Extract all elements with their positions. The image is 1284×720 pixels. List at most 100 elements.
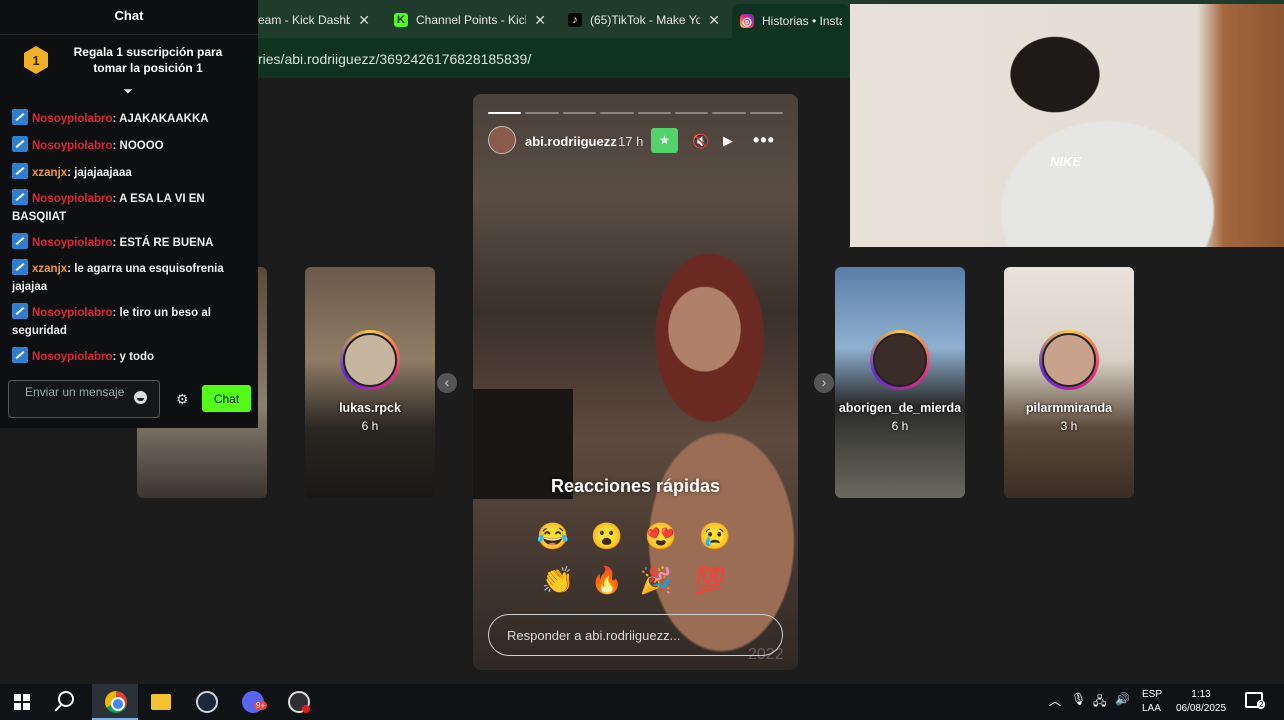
reaction-heart-eyes[interactable]: 😍 <box>644 519 678 553</box>
screen: eam - Kick Dashbo ✕ K Channel Points - K… <box>0 0 1284 720</box>
streamer-figure <box>970 14 1220 247</box>
search-icon[interactable] <box>58 691 74 707</box>
chat-send-button[interactable]: Chat <box>202 385 251 412</box>
lang-layout: LAA <box>1142 703 1161 714</box>
more-options-icon[interactable]: ••• <box>753 130 775 151</box>
reaction-party[interactable]: 🎉 <box>639 563 673 597</box>
story-card-time: 6 h <box>361 419 379 433</box>
steam-icon[interactable] <box>196 691 218 713</box>
gift-sub-prompt[interactable]: Regala 1 suscripción para tomar la posic… <box>58 44 238 76</box>
story-card-aborigen[interactable]: aborigen_de_mierda 6 h <box>835 267 965 498</box>
story-watermark: 2022 <box>748 646 784 663</box>
chrome-icon[interactable] <box>105 691 127 713</box>
reaction-wow[interactable]: 😮 <box>590 519 624 553</box>
tab-label: (65)TikTok - Make Yo <box>590 13 701 27</box>
url-text[interactable]: ries/abi.rodriiguezz/3692426176828185839… <box>258 51 531 67</box>
webcam-overlay: NIKE <box>850 4 1284 247</box>
play-icon[interactable]: ▶ <box>723 133 733 149</box>
chat-username[interactable]: Nosoypiolabro <box>32 193 113 205</box>
emoji-icon[interactable] <box>134 391 147 404</box>
chat-title: Chat <box>114 8 144 23</box>
chat-message: Nosoypiolabro: le tiro un beso al seguri… <box>12 303 248 340</box>
chat-message: Nosoypiolabro: NOOOO <box>12 136 248 155</box>
kick-chat-panel: Chat 1 Regala 1 suscripción para tomar l… <box>0 0 258 428</box>
story-progress-segment <box>562 112 597 114</box>
chat-username[interactable]: Nosoypiolabro <box>32 113 113 125</box>
reaction-laugh[interactable]: 😂 <box>536 519 570 553</box>
tiktok-icon: ♪ <box>568 13 582 27</box>
star-icon[interactable]: ★ <box>651 128 678 153</box>
gift-rank-badge: 1 <box>24 46 48 74</box>
story-card-time: 6 h <box>891 419 909 433</box>
chevron-up-icon[interactable]: ︿ <box>1049 692 1061 709</box>
story-progress-segment <box>674 112 709 114</box>
chat-username[interactable]: Nosoypiolabro <box>32 351 113 363</box>
story-image <box>628 244 798 670</box>
tab-label: Channel Points - Kick <box>416 13 527 27</box>
story-avatar <box>1039 330 1099 390</box>
reply-input[interactable]: Responder a abi.rodriiguezz... <box>488 614 783 656</box>
story-user-avatar[interactable] <box>488 126 516 154</box>
mute-icon[interactable]: 🔇 <box>692 133 709 150</box>
windows-taskbar <box>0 684 1284 720</box>
lang-code: ESP <box>1142 689 1163 700</box>
reaction-sad[interactable]: 😢 <box>698 519 732 553</box>
clock[interactable]: 1:13 06/08/2025 <box>1172 688 1230 716</box>
tab-channel-points[interactable]: K Channel Points - Kick ✕ <box>386 6 554 34</box>
shirt-logo: NIKE <box>1050 154 1082 169</box>
reaction-hundred[interactable]: 💯 <box>693 563 727 597</box>
tab-kick-dashboard[interactable]: eam - Kick Dashbo ✕ <box>250 6 378 34</box>
kick-badge-icon <box>12 347 28 363</box>
chat-text: : ESTÁ RE BUENA <box>112 237 214 249</box>
story-card-time: 3 h <box>1060 419 1078 433</box>
gear-icon[interactable]: ⚙ <box>176 391 189 408</box>
chat-text: : jajajaajaaa <box>67 167 132 179</box>
kick-badge-icon <box>12 259 28 275</box>
tab-tiktok[interactable]: ♪ (65)TikTok - Make Yo ✕ <box>560 6 728 34</box>
language-indicator[interactable]: ESP LAA <box>1142 688 1162 716</box>
chat-message: Nosoypiolabro: AJAKAKAAKKA <box>12 109 248 128</box>
close-icon[interactable]: ✕ <box>534 12 546 29</box>
kick-badge-icon <box>12 136 28 152</box>
chat-message: xzanjx: jajajaajaaa <box>12 163 248 182</box>
chat-username[interactable]: Nosoypiolabro <box>32 307 113 319</box>
story-card-username: aborigen_de_mierda <box>838 401 962 415</box>
obs-icon[interactable] <box>288 691 310 713</box>
close-icon[interactable]: ✕ <box>358 12 370 29</box>
story-card-username: pilarmmiranda <box>1025 401 1113 415</box>
windows-start-icon[interactable] <box>14 694 30 710</box>
close-icon[interactable]: ✕ <box>708 12 720 29</box>
main-story-viewer[interactable]: abi.rodriiguezz 17 h ★ 🔇 ▶ ••• Reaccione… <box>473 94 798 670</box>
story-progress-segment <box>712 112 746 114</box>
story-progress-segment <box>600 112 634 114</box>
kick-badge-icon <box>12 109 28 125</box>
story-progress-segment <box>749 112 783 114</box>
chevron-down-icon[interactable]: ⏷ <box>120 85 136 98</box>
chat-message: Nosoypiolabro: ESTÁ RE BUENA <box>12 233 248 252</box>
next-story-arrow-icon[interactable]: › <box>814 373 834 393</box>
chat-username[interactable]: Nosoypiolabro <box>32 237 113 249</box>
chat-message: xzanjx: le agarra una esquisofrenia jaja… <box>12 259 248 296</box>
chat-username[interactable]: xzanjx <box>32 167 67 179</box>
previous-story-arrow-icon[interactable]: ‹ <box>437 373 457 393</box>
discord-badge: 9+ <box>254 701 268 710</box>
tab-label: eam - Kick Dashbo <box>258 13 351 27</box>
story-username[interactable]: abi.rodriiguezz <box>525 134 617 149</box>
volume-icon[interactable]: 🔊 <box>1115 692 1130 706</box>
kick-logo-icon: K <box>394 13 408 27</box>
network-icon[interactable]: 🖧 <box>1093 692 1106 713</box>
microphone-icon[interactable]: 🎙 <box>1071 692 1086 706</box>
reaction-fire[interactable]: 🔥 <box>590 563 624 597</box>
discord-icon[interactable]: 9+ <box>242 691 268 713</box>
file-explorer-icon[interactable] <box>151 694 171 710</box>
instagram-icon: ◎ <box>740 14 754 28</box>
notifications-icon[interactable]: 2 <box>1245 692 1266 709</box>
story-card-lukas[interactable]: lukas.rpck 6 h <box>305 267 435 498</box>
clock-time: 1:13 <box>1191 689 1211 700</box>
story-card-pilar[interactable]: pilarmmiranda 3 h <box>1004 267 1134 498</box>
story-avatar <box>340 330 400 390</box>
chat-username[interactable]: xzanjx <box>32 263 67 275</box>
chat-username[interactable]: Nosoypiolabro <box>32 140 113 152</box>
reaction-clap[interactable]: 👏 <box>541 563 575 597</box>
tab-instagram-stories[interactable]: ◎ Historias • Instagra <box>732 4 850 38</box>
